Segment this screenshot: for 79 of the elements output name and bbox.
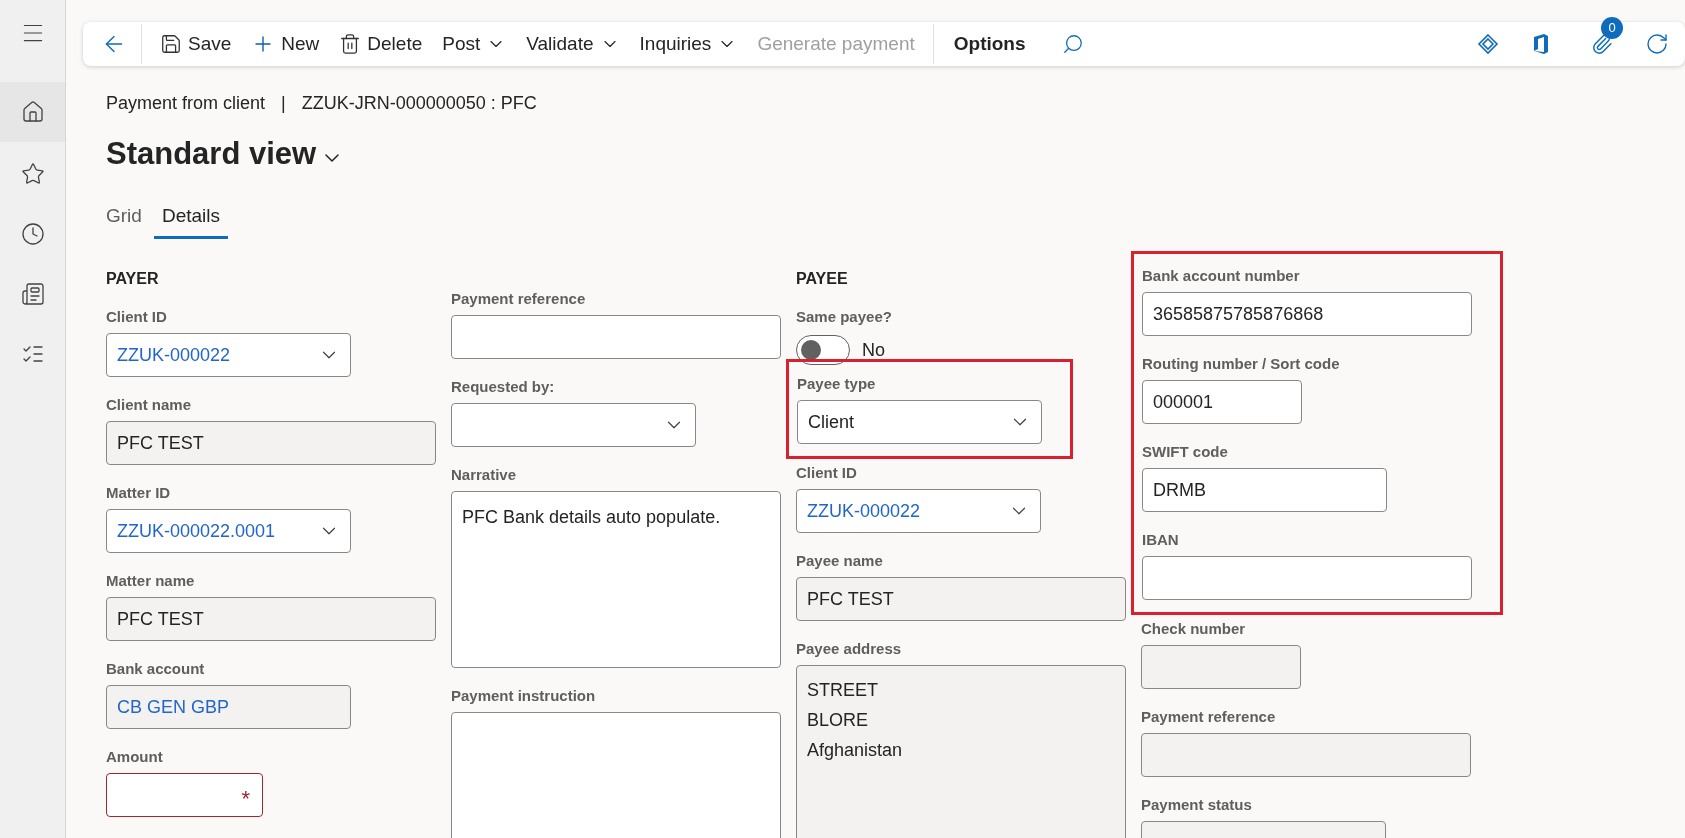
breadcrumb-form: Payment from client bbox=[106, 92, 266, 115]
field-value: PFC Bank details auto populate. bbox=[462, 507, 721, 527]
lookup-field[interactable]: ZZUK-000022.0001 bbox=[106, 509, 351, 553]
toolbar-button[interactable]: Inquiries bbox=[629, 22, 748, 66]
address-line: Afghanistan bbox=[807, 739, 904, 762]
field-label: Same payee? bbox=[796, 307, 893, 327]
lookup-field[interactable]: ZZUK-000022 bbox=[106, 333, 351, 377]
field-label: Payment reference bbox=[451, 289, 587, 309]
home-icon bbox=[20, 100, 45, 124]
workspace-icon[interactable] bbox=[20, 282, 45, 306]
input-field[interactable] bbox=[1142, 556, 1472, 600]
address-line: STREET bbox=[807, 679, 879, 702]
field-label: Payment reference bbox=[1141, 707, 1277, 727]
section-heading: PAYER bbox=[105, 269, 160, 289]
office-icon[interactable] bbox=[1531, 33, 1551, 55]
toolbar-button[interactable]: Save bbox=[150, 22, 242, 66]
field-value: PFC TEST bbox=[117, 431, 204, 455]
field-value: CB GEN GBP bbox=[117, 695, 230, 719]
field-label: Check number bbox=[1141, 619, 1247, 639]
field-label: Routing number / Sort code bbox=[1142, 354, 1341, 374]
field-value: 000001 bbox=[1153, 390, 1214, 414]
field-value: DRMB bbox=[1153, 478, 1206, 502]
text-area[interactable]: PFC Bank details auto populate. bbox=[451, 491, 781, 668]
field-label: Bank account bbox=[106, 659, 206, 679]
field-label: Matter ID bbox=[106, 483, 172, 503]
field-value: 36585875785876868 bbox=[1153, 302, 1324, 326]
breadcrumb-separator: | bbox=[281, 92, 286, 115]
field-label: Amount bbox=[106, 747, 164, 767]
field-label: Payee type bbox=[797, 374, 877, 394]
refresh-icon[interactable] bbox=[1645, 32, 1669, 56]
field-value: Client bbox=[808, 410, 855, 434]
field-label: Client ID bbox=[106, 307, 168, 327]
tab[interactable]: Grid bbox=[98, 197, 150, 239]
field-label: Matter name bbox=[106, 571, 196, 591]
input-field[interactable] bbox=[451, 315, 781, 359]
field-label: Payee address bbox=[796, 639, 903, 659]
tab[interactable]: Details bbox=[153, 197, 228, 239]
toggle-state-text: No bbox=[862, 338, 885, 362]
view-title: Standard view bbox=[106, 135, 317, 173]
field-value: ZZUK-000022 bbox=[117, 343, 231, 367]
required-mark: * bbox=[241, 785, 250, 810]
star-icon[interactable] bbox=[20, 162, 45, 186]
address-line: BLORE bbox=[807, 709, 870, 732]
field-label: Payment instruction bbox=[451, 686, 597, 706]
field-value: PFC TEST bbox=[117, 607, 204, 631]
field-value: ZZUK-000022 bbox=[807, 499, 921, 523]
nav-item[interactable] bbox=[0, 82, 65, 142]
options-button[interactable]: Options bbox=[941, 22, 1038, 66]
field-label: Narrative bbox=[451, 465, 518, 485]
toolbar-button[interactable]: Validate bbox=[516, 22, 630, 66]
field-label: Client ID bbox=[796, 463, 858, 483]
field-label: Payee name bbox=[796, 551, 884, 571]
field-label: Client name bbox=[106, 395, 193, 415]
field-value: PFC TEST bbox=[807, 587, 894, 611]
save-icon bbox=[160, 33, 182, 55]
input-field[interactable]: * bbox=[106, 773, 263, 817]
paperclip-icon[interactable] bbox=[1591, 33, 1613, 55]
field-label: Bank account number bbox=[1142, 266, 1301, 286]
input-field[interactable]: 000001 bbox=[1142, 380, 1302, 424]
trash-icon bbox=[339, 33, 362, 55]
toolbar-button[interactable]: Post bbox=[432, 22, 517, 66]
field-value: ZZUK-000022.0001 bbox=[117, 519, 276, 543]
lookup-field[interactable] bbox=[451, 403, 696, 447]
breadcrumb-record: ZZUK-JRN-000000050 : PFC bbox=[301, 92, 537, 115]
clock-icon[interactable] bbox=[20, 222, 45, 246]
search-icon[interactable] bbox=[1061, 33, 1084, 55]
field-label: IBAN bbox=[1142, 530, 1180, 550]
field-label: Payment status bbox=[1141, 795, 1253, 815]
field-label: Requested by: bbox=[451, 377, 556, 397]
toolbar-button[interactable]: New bbox=[241, 22, 330, 66]
section-heading: PAYEE bbox=[795, 269, 849, 289]
count-badge: 0 bbox=[1601, 17, 1623, 39]
input-field[interactable]: DRMB bbox=[1142, 468, 1387, 512]
lookup-field[interactable]: Client bbox=[797, 400, 1042, 444]
input-field[interactable]: 36585875785876868 bbox=[1142, 292, 1472, 336]
toolbar-button[interactable]: Delete bbox=[329, 22, 433, 66]
field-label: SWIFT code bbox=[1142, 442, 1229, 462]
lookup-field[interactable]: ZZUK-000022 bbox=[796, 489, 1041, 533]
diamond-icon[interactable] bbox=[1477, 33, 1499, 55]
